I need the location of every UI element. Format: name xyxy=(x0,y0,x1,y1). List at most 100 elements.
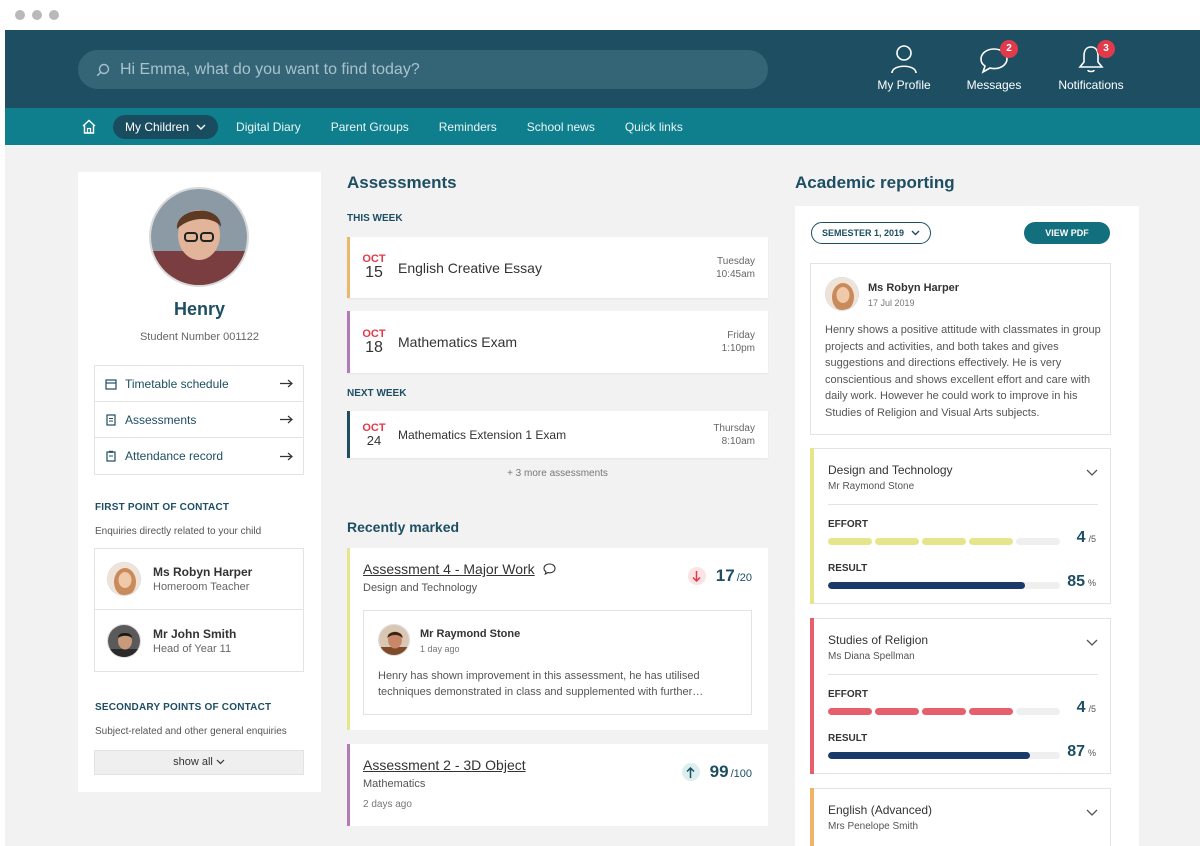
search-icon xyxy=(96,63,110,76)
search-input[interactable] xyxy=(120,60,720,79)
calendar-icon xyxy=(105,378,117,390)
nav-parent-groups[interactable]: Parent Groups xyxy=(331,120,409,134)
semester-label: SEMESTER 1, 2019 xyxy=(822,228,905,238)
arrow-right-icon xyxy=(280,452,293,460)
semester-select[interactable]: SEMESTER 1, 2019 xyxy=(811,222,931,244)
result-value: 87% xyxy=(1067,743,1096,760)
main-nav: My Children Digital Diary Parent Groups … xyxy=(5,108,1200,145)
chevron-down-icon xyxy=(196,124,206,130)
divider xyxy=(828,504,1098,505)
chevron-down-icon xyxy=(216,759,225,765)
assessment-color-bar xyxy=(347,237,350,298)
search-bar[interactable] xyxy=(78,50,768,89)
window-dot-minimize[interactable] xyxy=(32,10,42,20)
trend-up-icon xyxy=(681,763,700,781)
nav-my-children-label: My Children xyxy=(125,119,190,134)
assessment-title: Mathematics Exam xyxy=(398,334,518,350)
academic-reporting-card: SEMESTER 1, 2019 VIEW PDF Ms Robyn Harpe… xyxy=(795,206,1139,846)
recently-marked-heading: Recently marked xyxy=(347,519,460,535)
chevron-down-icon[interactable] xyxy=(1086,469,1098,476)
subject-name: Studies of Religion xyxy=(828,633,929,647)
arrow-right-icon xyxy=(280,379,293,388)
report-text: Henry shows a positive attitude with cla… xyxy=(825,324,1101,419)
marked-score: 99/100 xyxy=(681,762,752,782)
student-number: Student Number 001122 xyxy=(139,331,260,343)
contact-list: Ms Robyn Harper Homeroom Teacher Mr John … xyxy=(94,548,304,672)
show-all-button[interactable]: show all xyxy=(94,750,304,775)
arrow-right-icon xyxy=(280,415,293,424)
contact-john-smith[interactable]: Mr John Smith Head of Year 11 xyxy=(95,610,303,671)
feedback-text: Henry has shown improvement in this asse… xyxy=(378,670,704,698)
effort-label: EFFORT xyxy=(828,519,868,530)
score-value: 99 xyxy=(709,762,729,781)
marked-card-3d-object: Assessment 2 - 3D Object Mathematics 2 d… xyxy=(347,744,768,826)
subject-color-bar xyxy=(810,788,814,846)
result-label: RESULT xyxy=(828,733,868,744)
chevron-down-icon xyxy=(911,230,920,236)
first-contact-heading: FIRST POINT OF CONTACT xyxy=(95,502,230,513)
window-dot-maximize[interactable] xyxy=(49,10,59,20)
marked-color-bar xyxy=(347,548,350,730)
window-chrome xyxy=(5,0,1200,30)
home-icon[interactable] xyxy=(81,119,97,134)
nav-my-children[interactable]: My Children xyxy=(113,114,219,139)
next-week-label: NEXT WEEK xyxy=(347,388,407,399)
timetable-schedule-link[interactable]: Timetable schedule xyxy=(95,366,303,402)
avatar xyxy=(825,277,859,311)
marked-assessment-link[interactable]: Assessment 4 - Major Work xyxy=(363,561,556,577)
messages-button[interactable]: 2 Messages xyxy=(957,40,1031,92)
assessment-time: Tuesday 10:45am xyxy=(716,255,755,280)
assessment-color-bar xyxy=(347,411,350,458)
marked-assessment-link[interactable]: Assessment 2 - 3D Object xyxy=(363,757,526,773)
attendance-record-label: Attendance record xyxy=(125,449,224,463)
notifications-button[interactable]: 3 Notifications xyxy=(1053,40,1129,92)
avatar xyxy=(107,623,141,658)
report-comment: Ms Robyn Harper 17 Jul 2019 Henry shows … xyxy=(810,263,1111,435)
clipboard-icon xyxy=(106,450,116,462)
assessment-color-bar xyxy=(347,311,350,373)
result-value: 85% xyxy=(1067,573,1096,590)
nav-quick-links[interactable]: Quick links xyxy=(625,120,683,134)
contact-name: Mr John Smith xyxy=(153,626,237,641)
contact-name: Ms Robyn Harper xyxy=(153,565,253,579)
marked-time: 2 days ago xyxy=(363,799,412,810)
chevron-down-icon[interactable] xyxy=(1086,639,1098,646)
assessment-card-english[interactable]: OCT 15 English Creative Essay Tuesday 10:4… xyxy=(347,237,768,298)
score-value: 17 xyxy=(715,566,735,585)
secondary-contact-heading: SECONDARY POINTS OF CONTACT xyxy=(95,702,272,713)
nav-reminders[interactable]: Reminders xyxy=(439,120,497,134)
assessment-day: 15 xyxy=(365,264,383,281)
messages-label: Messages xyxy=(966,78,1022,92)
timetable-schedule-label: Timetable schedule xyxy=(125,376,229,391)
marked-assessment-name: Assessment 4 - Major Work xyxy=(363,561,535,577)
nav-digital-diary[interactable]: Digital Diary xyxy=(236,120,301,134)
contact-robyn-harper[interactable]: Ms Robyn Harper Homeroom Teacher xyxy=(95,549,303,610)
notifications-label: Notifications xyxy=(1058,78,1124,92)
subject-name: Design and Technology xyxy=(828,463,953,477)
assessment-card-math-extension[interactable]: OCT 24 Mathematics Extension 1 Exam Thurs… xyxy=(347,411,768,458)
assessments-heading: Assessments xyxy=(347,173,457,192)
academic-reporting-heading: Academic reporting xyxy=(795,173,955,192)
assessment-title: Mathematics Extension 1 Exam xyxy=(398,427,567,442)
subject-color-bar xyxy=(810,448,814,604)
nav-school-news[interactable]: School news xyxy=(527,120,595,134)
assessment-card-mathematics[interactable]: OCT 18 Mathematics Exam Friday 1:10pm xyxy=(347,311,768,373)
assessment-time: Thursday 8:10am xyxy=(713,422,755,447)
more-assessments-link[interactable]: + 3 more assessments xyxy=(347,468,768,479)
secondary-contact-subtitle: Subject-related and other general enquir… xyxy=(95,726,287,737)
divider xyxy=(828,674,1098,675)
messages-badge: 2 xyxy=(1000,40,1018,58)
window-dot-close[interactable] xyxy=(15,10,25,20)
my-profile-button[interactable]: My Profile xyxy=(867,44,941,92)
assessment-day: 24 xyxy=(366,432,382,448)
assessment-date: OCT 18 xyxy=(350,328,398,357)
result-meter xyxy=(828,752,1060,759)
assessments-link[interactable]: Assessments xyxy=(95,402,303,438)
attendance-record-link[interactable]: Attendance record xyxy=(95,438,303,474)
assessment-time: Friday 1:10pm xyxy=(721,330,755,354)
view-pdf-button[interactable]: VIEW PDF xyxy=(1024,222,1110,244)
subject-card-english-advanced: English (Advanced) Mrs Penelope Smith xyxy=(810,788,1111,846)
effort-value: 4/5 xyxy=(1076,699,1096,716)
chevron-down-icon[interactable] xyxy=(1086,809,1098,816)
my-profile-label: My Profile xyxy=(877,78,931,92)
